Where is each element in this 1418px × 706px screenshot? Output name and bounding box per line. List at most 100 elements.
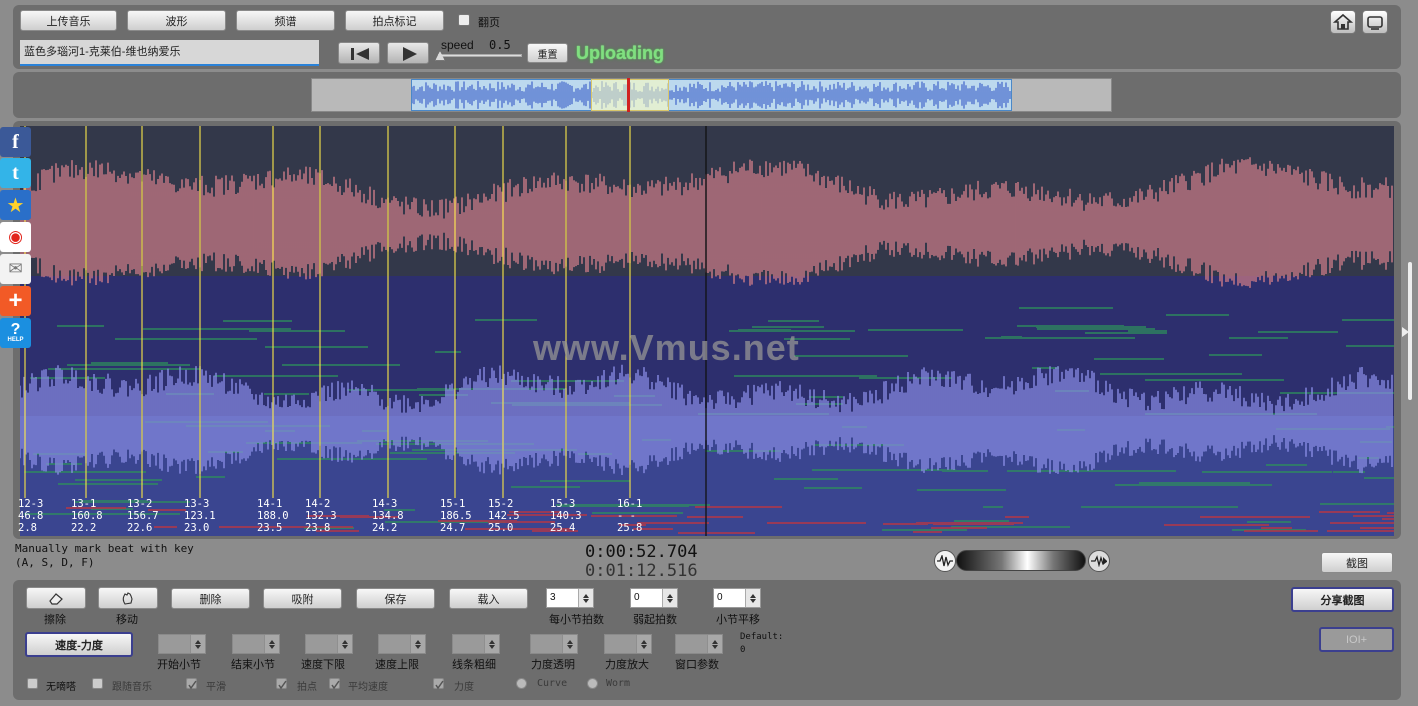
waveform-mode-button[interactable] (934, 550, 956, 572)
no-tick-checkbox[interactable] (27, 678, 38, 689)
pickup-beats-value: 0 (634, 592, 640, 603)
favorite-button[interactable]: ★ (0, 190, 31, 220)
share-screenshot-button[interactable]: 分享截图 (1291, 587, 1394, 612)
stepper-arrows-icon[interactable] (662, 589, 677, 607)
dynamics-checkbox[interactable] (433, 678, 444, 690)
page-turn-checkbox[interactable] (458, 14, 470, 26)
tempo-min-stepper[interactable] (305, 634, 353, 654)
dynamic-transparency-label: 力度透明 (531, 659, 575, 671)
song-title-field[interactable]: 蓝色多瑙河1-克莱伯-维也纳爱乐 (20, 40, 319, 66)
beat-tempo: 142.5 (488, 510, 520, 522)
facebook-share-button[interactable]: f (0, 127, 31, 157)
beat-mark-button[interactable]: 拍点标记 (345, 10, 444, 31)
beat-time: 24.2 (372, 522, 398, 534)
beat-time: 23.5 (257, 522, 283, 534)
email-share-button[interactable]: ✉ (0, 254, 31, 284)
beat-tempo: 156.7 (127, 510, 159, 522)
line-thickness-stepper[interactable] (452, 634, 500, 654)
beat-label: 16-1- -25.8 (617, 498, 642, 534)
overview-view-window[interactable] (591, 79, 669, 111)
home-icon (1333, 13, 1353, 30)
collapse-arrow-icon[interactable] (1402, 327, 1414, 337)
stepper-arrows-icon[interactable] (562, 635, 577, 653)
beat-measure: 15-2 (488, 498, 514, 510)
beats-per-measure-stepper[interactable]: 3 (546, 588, 594, 608)
beats-per-measure-value: 3 (550, 592, 556, 603)
beats-checkbox[interactable] (276, 678, 287, 690)
beat-time: 24.7 (440, 522, 466, 534)
home-button[interactable] (1330, 10, 1356, 34)
speed-value: 0.5 (489, 38, 511, 52)
beat-label: 14-2 132.3 23.8 (305, 498, 337, 534)
save-button[interactable]: 保存 (356, 588, 435, 609)
playhead-marker[interactable] (627, 78, 630, 112)
measure-offset-stepper[interactable]: 0 (713, 588, 761, 608)
beat-measure: 13-2 (127, 498, 153, 510)
delete-button[interactable]: 删除 (171, 588, 250, 609)
start-measure-stepper[interactable] (158, 634, 206, 654)
beat-measure: 15-1 (440, 498, 466, 510)
dynamic-transparency-stepper[interactable] (530, 634, 578, 654)
worm-radio[interactable] (587, 678, 598, 689)
overview-waveform[interactable] (411, 79, 1012, 111)
window-param-stepper[interactable] (675, 634, 723, 654)
smooth-checkbox[interactable] (186, 678, 197, 690)
stepper-arrows-icon[interactable] (707, 635, 722, 653)
upload-music-button[interactable]: 上传音乐 (20, 10, 117, 31)
beat-time: 25.0 (488, 522, 514, 534)
volume-slider[interactable] (956, 550, 1086, 571)
avg-tempo-checkbox[interactable] (329, 678, 340, 690)
spectrum-icon (1091, 555, 1107, 567)
waveform-button[interactable]: 波形 (127, 10, 226, 31)
line-thickness-label: 线条粗细 (452, 659, 496, 671)
stepper-arrows-icon[interactable] (337, 635, 352, 653)
snap-button[interactable]: 吸附 (263, 588, 342, 609)
play-button[interactable] (387, 42, 429, 64)
beat-measure: 13-3 (184, 498, 210, 510)
speed-slider[interactable] (438, 54, 522, 57)
dynamics-label: 力度 (454, 682, 474, 693)
plus-icon: + (8, 287, 23, 314)
move-button[interactable] (98, 587, 158, 609)
beat-label: 15-1 186.5 24.7 (440, 498, 472, 534)
dynamic-zoom-label: 力度放大 (605, 659, 649, 671)
fullscreen-button[interactable] (1362, 10, 1388, 34)
reset-button[interactable]: 重置 (527, 43, 568, 63)
end-measure-stepper[interactable] (232, 634, 280, 654)
overview-wave-lines (411, 81, 1011, 109)
rewind-button[interactable] (338, 42, 380, 64)
ioi-button[interactable]: IOI+ (1319, 627, 1394, 652)
weibo-share-button[interactable]: ◉ (0, 222, 31, 252)
stepper-arrows-icon[interactable] (484, 635, 499, 653)
stepper-arrows-icon[interactable] (636, 635, 651, 653)
curve-radio[interactable] (516, 678, 527, 689)
measure-offset-value: 0 (717, 592, 723, 603)
add-share-button[interactable]: + (0, 286, 31, 316)
beat-measure: 14-3 (372, 498, 398, 510)
screenshot-button[interactable]: 截图 (1321, 552, 1393, 573)
no-tick-label: 无嘀嗒 (46, 682, 76, 693)
help-button[interactable]: ? HELP (0, 318, 31, 348)
twitter-share-button[interactable]: t (0, 158, 31, 188)
load-button[interactable]: 载入 (449, 588, 528, 609)
spectrum-button[interactable]: 频谱 (236, 10, 335, 31)
tempo-max-label: 速度上限 (375, 659, 419, 671)
tempo-max-stepper[interactable] (378, 634, 426, 654)
stepper-arrows-icon[interactable] (578, 589, 593, 607)
smooth-label: 平滑 (206, 682, 226, 693)
stepper-arrows-icon[interactable] (410, 635, 425, 653)
spectrum-mode-button[interactable] (1088, 550, 1110, 572)
stepper-arrows-icon[interactable] (190, 635, 205, 653)
follow-music-checkbox[interactable] (92, 678, 103, 689)
speed-label: speed (441, 38, 474, 52)
tempo-dynamic-button[interactable]: 速度-力度 (25, 632, 133, 657)
overview-waveform-graphic (411, 81, 1011, 109)
pickup-beats-stepper[interactable]: 0 (630, 588, 678, 608)
beat-measure: 15-3 (550, 498, 576, 510)
stepper-arrows-icon[interactable] (745, 589, 760, 607)
stepper-arrows-icon[interactable] (264, 635, 279, 653)
erase-button[interactable] (26, 587, 86, 609)
dynamic-zoom-stepper[interactable] (604, 634, 652, 654)
beats-per-measure-label: 每小节拍数 (549, 614, 604, 626)
beat-tempo: - - (617, 510, 636, 522)
